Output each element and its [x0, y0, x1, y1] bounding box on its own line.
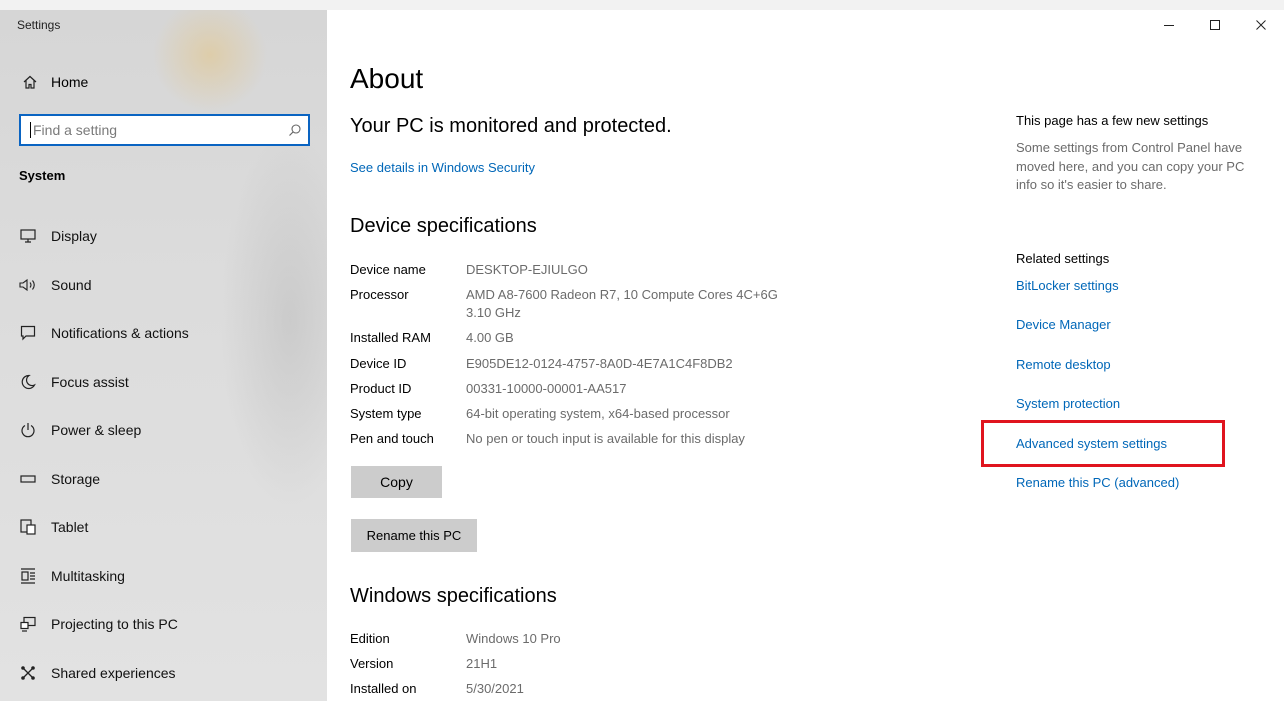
sidebar-item-label: Multitasking — [51, 567, 125, 584]
remote-desktop-link[interactable]: Remote desktop — [1016, 356, 1179, 395]
spec-row-system-type: System type 64-bit operating system, x64… — [350, 405, 970, 423]
section-label-system: System — [19, 168, 66, 183]
spec-value: Windows 10 Pro — [466, 631, 561, 646]
sidebar-item-display[interactable]: Display — [0, 212, 327, 261]
device-specifications-table: Device name DESKTOP-EJIULGO Processor AM… — [350, 261, 970, 455]
page-title: About — [350, 63, 424, 94]
spec-value: 5/30/2021 — [466, 681, 524, 697]
projecting-icon — [18, 616, 38, 632]
rename-pc-advanced-link[interactable]: Rename this PC (advanced) — [1016, 474, 1179, 513]
close-icon — [1256, 20, 1266, 30]
bitlocker-settings-link[interactable]: BitLocker settings — [1016, 277, 1179, 316]
windows-specifications-table: Edition Windows 10 Pro Version 21H1 Inst… — [350, 630, 970, 701]
sidebar-item-sound[interactable]: Sound — [0, 261, 327, 310]
sidebar-item-label: Display — [51, 228, 97, 245]
sidebar-item-focus-assist[interactable]: Focus assist — [0, 358, 327, 407]
highlight-box — [981, 420, 1225, 467]
tablet-icon — [18, 519, 38, 535]
spec-value: AMD A8-7600 Radeon R7, 10 Compute Cores … — [466, 287, 778, 321]
spec-key: Edition — [350, 631, 390, 646]
sidebar-item-label: Power & sleep — [51, 422, 142, 439]
sidebar-item-label: Notifications & actions — [51, 325, 189, 342]
sound-icon — [18, 278, 38, 292]
home-icon — [20, 74, 40, 90]
new-settings-notice-body: Some settings from Control Panel have mo… — [1016, 140, 1245, 192]
sidebar-item-label: Shared experiences — [51, 664, 176, 681]
copy-button[interactable]: Copy — [351, 466, 442, 498]
related-settings-heading: Related settings — [1016, 251, 1110, 266]
spec-key: Installed on — [350, 681, 417, 697]
spec-value: 64-bit operating system, x64-based proce… — [466, 405, 730, 421]
search-icon[interactable] — [288, 123, 302, 137]
spec-row-device-name: Device name DESKTOP-EJIULGO — [350, 261, 970, 279]
home-label: Home — [51, 74, 89, 90]
spec-row-installed-on: Installed on 5/30/2021 — [350, 680, 970, 698]
related-settings-links: BitLocker settings Device Manager Remote… — [1016, 277, 1179, 513]
device-specifications-heading: Device specifications — [350, 215, 537, 237]
spec-row-pen-touch: Pen and touch No pen or touch input is a… — [350, 430, 970, 448]
display-icon — [18, 229, 38, 243]
spec-row-version: Version 21H1 — [350, 655, 970, 673]
sidebar-item-tablet[interactable]: Tablet — [0, 503, 327, 552]
about-content: About Your PC is monitored and protected… — [350, 10, 970, 701]
sidebar-nav: Display Sound Notifications & actions Fo… — [0, 212, 327, 697]
spec-row-installed-ram: Installed RAM 4.00 GB — [350, 329, 970, 347]
windows-security-link[interactable]: See details in Windows Security — [350, 160, 535, 175]
multitasking-icon — [18, 568, 38, 584]
shared-experiences-icon — [18, 665, 38, 681]
spec-key: Product ID — [350, 380, 412, 396]
spec-key: Pen and touch — [350, 431, 434, 447]
sidebar-item-power-sleep[interactable]: Power & sleep — [0, 406, 327, 455]
spec-key: Device name — [350, 262, 426, 277]
spec-value: DESKTOP-EJIULGO — [466, 262, 588, 277]
sidebar-item-home[interactable]: Home — [0, 64, 327, 100]
sidebar-item-label: Sound — [51, 276, 92, 293]
spec-key: Device ID — [350, 355, 407, 371]
search-input[interactable]: Find a setting — [19, 114, 310, 146]
spec-key: Version — [350, 656, 394, 672]
protection-status-heading: Your PC is monitored and protected. — [350, 115, 672, 137]
windows-specifications-heading: Windows specifications — [350, 585, 557, 607]
sidebar-item-label: Projecting to this PC — [51, 616, 178, 633]
notifications-icon — [18, 325, 38, 341]
new-settings-notice-title: This page has a few new settings — [1016, 113, 1209, 128]
text-cursor — [30, 122, 31, 138]
sidebar-item-label: Tablet — [51, 519, 89, 536]
sidebar-item-label: Storage — [51, 470, 101, 487]
storage-icon — [18, 474, 38, 484]
power-icon — [18, 422, 38, 438]
spec-row-device-id: Device ID E905DE12-0124-4757-8A0D-4E7A1C… — [350, 355, 970, 373]
spec-key: System type — [350, 405, 422, 421]
sidebar-item-notifications[interactable]: Notifications & actions — [0, 309, 327, 358]
sidebar-item-multitasking[interactable]: Multitasking — [0, 552, 327, 601]
spec-row-processor: Processor AMD A8-7600 Radeon R7, 10 Comp… — [350, 286, 970, 322]
spec-value: E905DE12-0124-4757-8A0D-4E7A1C4F8DB2 — [466, 355, 733, 371]
spec-value: 21H1 — [466, 656, 498, 672]
spec-row-product-id: Product ID 00331-10000-00001-AA517 — [350, 380, 970, 398]
spec-key: Processor — [350, 287, 409, 303]
sidebar-item-label: Focus assist — [51, 373, 129, 390]
sidebar-item-storage[interactable]: Storage — [0, 455, 327, 504]
spec-value: 4.00 GB — [466, 330, 514, 346]
spec-row-edition: Edition Windows 10 Pro — [350, 630, 970, 648]
spec-key: Installed RAM — [350, 330, 431, 346]
right-panel: This page has a few new settings Some se… — [1016, 10, 1256, 701]
device-manager-link[interactable]: Device Manager — [1016, 316, 1179, 355]
sidebar: Settings Home Find a setting System Disp… — [0, 10, 327, 701]
search-placeholder: Find a setting — [33, 122, 118, 138]
spec-value: No pen or touch input is available for t… — [466, 431, 745, 447]
sidebar-item-projecting[interactable]: Projecting to this PC — [0, 600, 327, 649]
sidebar-item-shared-experiences[interactable]: Shared experiences — [0, 649, 327, 698]
spec-value: 00331-10000-00001-AA517 — [466, 380, 627, 396]
settings-window: Settings Home Find a setting System Disp… — [0, 10, 1284, 701]
moon-icon — [18, 374, 38, 390]
rename-pc-button[interactable]: Rename this PC — [351, 519, 477, 552]
app-title: Settings — [17, 18, 61, 32]
